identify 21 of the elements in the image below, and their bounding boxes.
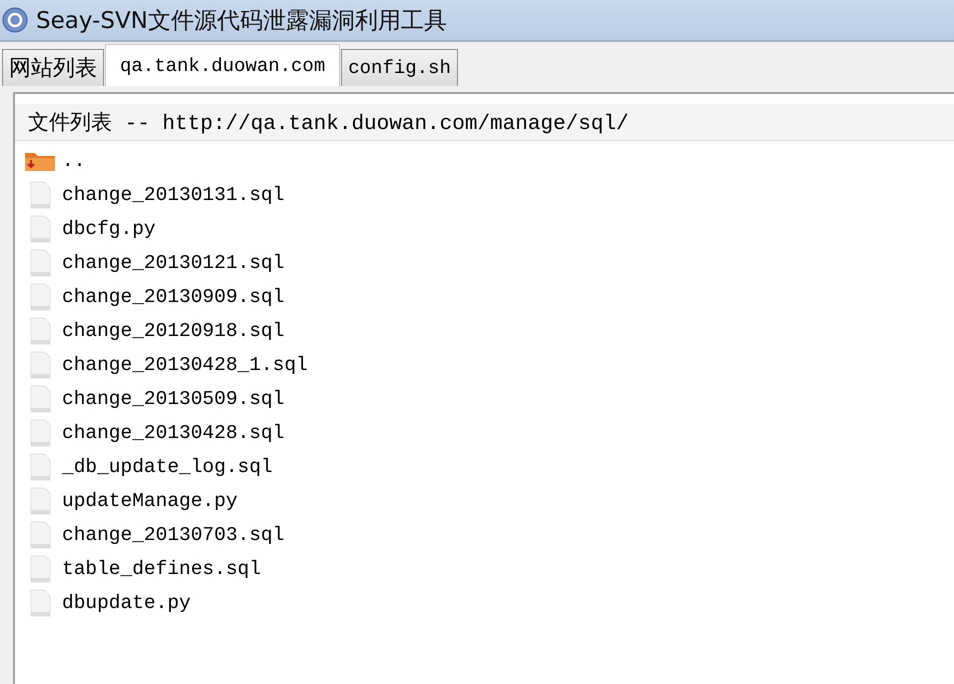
file-name[interactable]: updateManage.py xyxy=(62,490,238,512)
file-name[interactable]: _db_update_log.sql xyxy=(62,456,273,478)
file-name[interactable]: change_20130909.sql xyxy=(62,286,284,308)
tab[interactable]: config.sh xyxy=(341,49,458,86)
file-name[interactable]: change_20130131.sql xyxy=(62,184,284,206)
file-name[interactable]: change_20130509.sql xyxy=(62,388,284,410)
folder-icon xyxy=(25,151,55,171)
tab[interactable]: qa.tank.duowan.com xyxy=(105,44,340,86)
file-name[interactable]: change_20130428.sql xyxy=(62,422,284,444)
list-header: 文件列表 -- http://qa.tank.duowan.com/manage/sql/ xyxy=(15,104,954,141)
app-icon xyxy=(2,7,28,33)
file-name[interactable]: change_20130428_1.sql xyxy=(62,354,308,376)
file-name[interactable]: change_20120918.sql xyxy=(62,320,284,342)
window-title: Seay-SVN文件源代码泄露漏洞利用工具 xyxy=(36,6,447,36)
file-name[interactable]: change_20130703.sql xyxy=(62,524,284,546)
file-name[interactable]: change_20130121.sql xyxy=(62,252,284,274)
file-name[interactable]: table_defines.sql xyxy=(62,558,261,580)
file-name[interactable]: .. xyxy=(62,150,86,172)
file-name[interactable]: dbcfg.py xyxy=(62,218,156,240)
tab[interactable]: 网站列表 xyxy=(2,49,104,86)
file-name[interactable]: dbupdate.py xyxy=(62,592,191,614)
